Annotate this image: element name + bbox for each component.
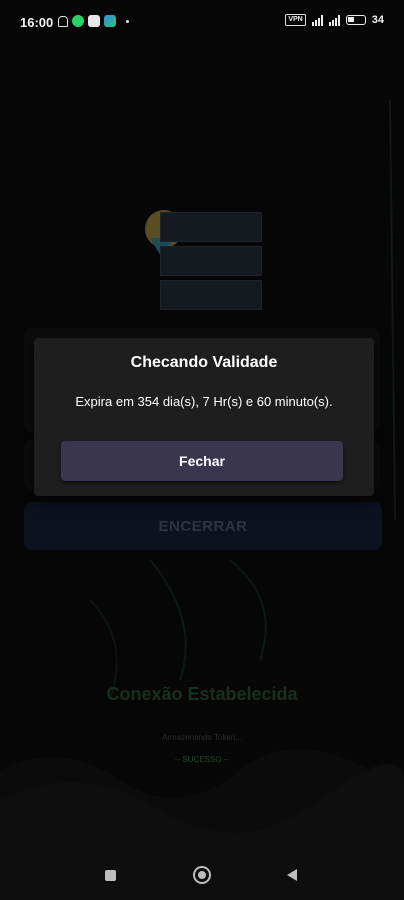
status-right-icons: VPN 34 xyxy=(285,14,384,26)
battery-icon xyxy=(345,15,366,25)
dialog-message: Expira em 354 dia(s), 7 Hr(s) e 60 minut… xyxy=(75,394,333,409)
back-icon[interactable] xyxy=(287,869,297,881)
app-icon-2 xyxy=(104,15,116,27)
home-icon[interactable] xyxy=(193,866,211,884)
more-notifications-dot xyxy=(126,19,129,23)
server-rack-icon-2 xyxy=(160,246,262,276)
vpn-badge: VPN xyxy=(285,14,306,26)
recent-apps-icon[interactable] xyxy=(105,870,116,881)
dialog-title: Checando Validade xyxy=(130,354,278,371)
whatsapp-icon xyxy=(72,15,84,27)
end-button[interactable]: ENCERRAR xyxy=(24,502,382,550)
battery-level: 34 xyxy=(371,14,384,26)
signal-icon-2 xyxy=(328,14,340,26)
notifications-muted-icon xyxy=(58,15,68,27)
status-bar: 16:00 VPN 34 xyxy=(0,0,404,44)
close-button[interactable]: Fechar xyxy=(61,441,343,481)
server-rack-icon xyxy=(160,212,262,242)
navigation-bar xyxy=(0,852,404,900)
screen: 16:00 VPN 34 ENCERRAR Conexão Estabeleci… xyxy=(0,0,404,900)
server-rack-icon-3 xyxy=(160,280,262,310)
validity-dialog: Checando Validade Expira em 354 dia(s), … xyxy=(34,338,374,496)
status-time: 16:00 xyxy=(20,15,54,30)
status-left-icons xyxy=(58,15,129,27)
app-icon xyxy=(88,15,100,27)
signal-icon xyxy=(311,14,323,26)
connection-title: Conexão Estabelecida xyxy=(106,684,298,704)
